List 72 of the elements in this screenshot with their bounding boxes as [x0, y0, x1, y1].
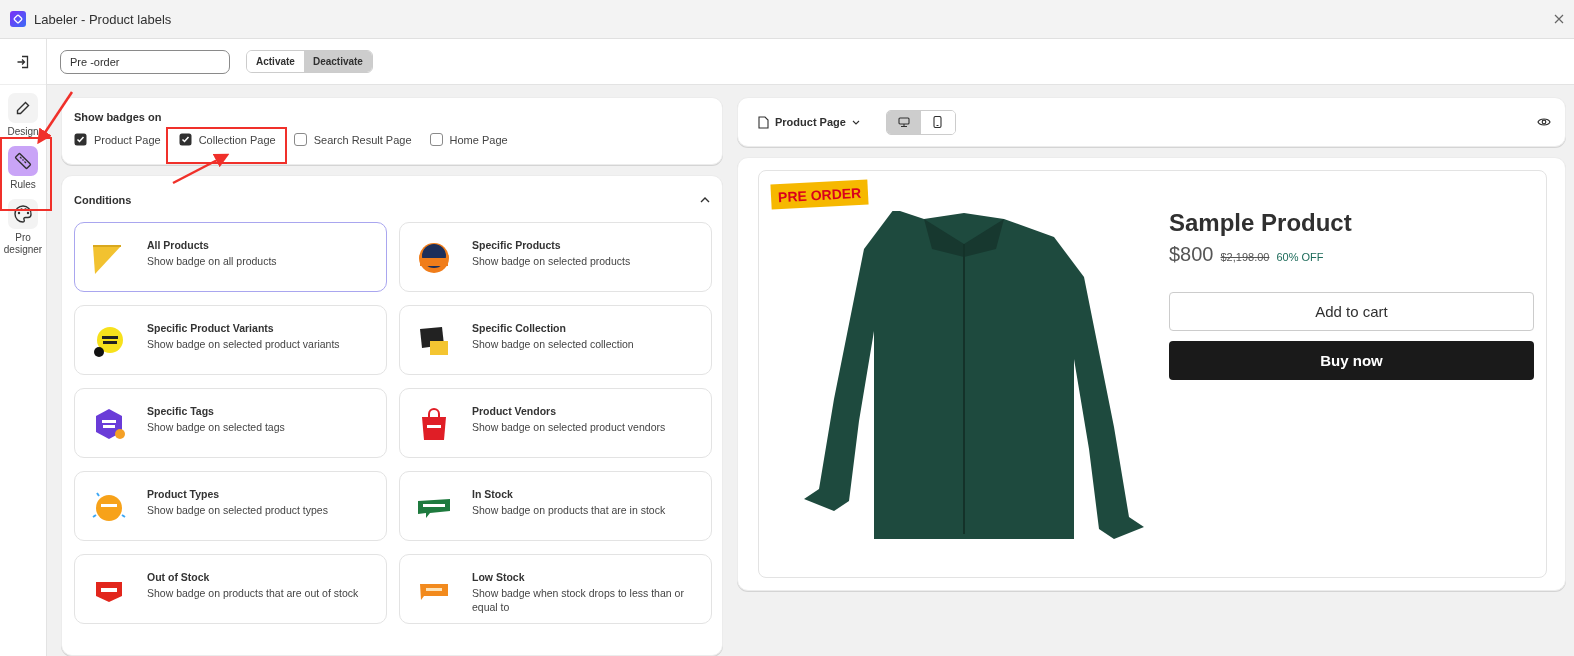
rail-label: Rules: [10, 179, 36, 191]
condition-description: Show badge on selected tags: [147, 420, 285, 434]
condition-description: Show badge on products that are in stock: [472, 503, 666, 517]
pre-order-badge: PRE ORDER: [770, 179, 869, 210]
checkbox-label: Home Page: [449, 133, 508, 146]
condition-option[interactable]: Specific Product Variants Show badge on selected product variants: [74, 305, 387, 375]
chevron-up-icon[interactable]: [700, 197, 710, 203]
palette-icon: [13, 204, 33, 224]
condition-title: Product Types: [147, 488, 221, 500]
label-name-field[interactable]: Pre -order: [60, 49, 230, 74]
condition-description: Show badge on selected product types: [147, 503, 328, 517]
app-logo-icon: [10, 11, 26, 27]
condition-option[interactable]: All Products Show badge on all products: [74, 222, 387, 292]
rail-label: Pro designer: [2, 232, 44, 256]
condition-option[interactable]: Specific Tags Show badge on selected tags: [74, 388, 387, 458]
condition-title: Specific Products: [472, 239, 562, 251]
condition-title: All Products: [147, 239, 210, 251]
condition-option[interactable]: In Stock Show badge on products that are in stock: [399, 471, 712, 541]
condition-description: Show badge on selected collection: [472, 337, 634, 351]
desktop-icon: [897, 116, 910, 128]
condition-option[interactable]: Specific Collection Show badge on selected collection: [399, 305, 712, 375]
condition-title: Specific Product Variants: [147, 322, 275, 334]
discount-text: 60% OFF: [1276, 251, 1324, 263]
condition-title: In Stock: [472, 488, 514, 500]
ruler-icon: [14, 152, 32, 170]
eye-icon[interactable]: [1537, 117, 1551, 127]
product-price: $800: [1169, 243, 1214, 266]
close-icon[interactable]: [1554, 14, 1564, 24]
pencil-icon: [15, 100, 31, 116]
condition-description: Show badge when stock drops to less than or equal to: [472, 586, 685, 614]
page-icon: [758, 115, 769, 129]
condition-description: Show badge on all products: [147, 254, 277, 268]
checkbox-label: Product Page: [94, 133, 161, 146]
rail-button[interactable]: [8, 199, 38, 229]
condition-title: Out of Stock: [147, 571, 211, 583]
add-to-cart-button[interactable]: Add to cart: [1169, 292, 1534, 331]
condition-option[interactable]: Product Vendors Show badge on selected product vendors: [399, 388, 712, 458]
condition-title: Product Vendors: [472, 405, 557, 417]
compare-price: $2,198.00: [1220, 251, 1270, 263]
product-name: Sample Product: [1169, 209, 1353, 237]
checkbox[interactable]: [429, 133, 443, 146]
page-select[interactable]: Product Page: [758, 115, 860, 129]
condition-title: Low Stock: [472, 571, 526, 583]
condition-description: Show badge on selected product vendors: [472, 420, 666, 434]
window-title: Labeler - Product labels: [34, 11, 173, 27]
annotation-arrow: [37, 91, 74, 145]
condition-description: Show badge on selected product variants: [147, 337, 340, 351]
condition-option[interactable]: Low Stock Show badge when stock drops to less than or equal to: [399, 554, 712, 624]
condition-option[interactable]: Out of Stock Show badge on products that are out of stock: [74, 554, 387, 624]
device-toggle-button[interactable]: [886, 110, 921, 134]
status-toggle-button[interactable]: Deactivate: [303, 51, 372, 72]
condition-option[interactable]: Specific Products Show badge on selected products: [399, 222, 712, 292]
mobile-icon: [933, 116, 943, 128]
checkbox-label: Collection Page: [198, 133, 276, 146]
section-title: Conditions: [74, 194, 132, 206]
buy-now-button[interactable]: Buy now: [1169, 341, 1534, 380]
condition-description: Show badge on selected products: [472, 254, 631, 268]
annotation-arrow: [172, 153, 230, 185]
rail-label: Design: [7, 126, 39, 138]
chevron-down-icon: [851, 119, 860, 125]
condition-option[interactable]: Product Types Show badge on selected product types: [74, 471, 387, 541]
condition-title: Specific Tags: [147, 405, 215, 417]
rail-button[interactable]: [8, 146, 38, 176]
checkbox[interactable]: [178, 133, 192, 146]
condition-title: Specific Collection: [472, 322, 567, 334]
condition-description: Show badge on products that are out of stock: [147, 586, 359, 600]
rail-button[interactable]: [8, 93, 38, 123]
checkbox-label: Search Result Page: [313, 133, 412, 146]
section-title: Show badges on: [74, 111, 163, 123]
checkbox[interactable]: [293, 133, 307, 146]
exit-icon[interactable]: [16, 54, 30, 69]
checkbox[interactable]: [74, 133, 87, 146]
